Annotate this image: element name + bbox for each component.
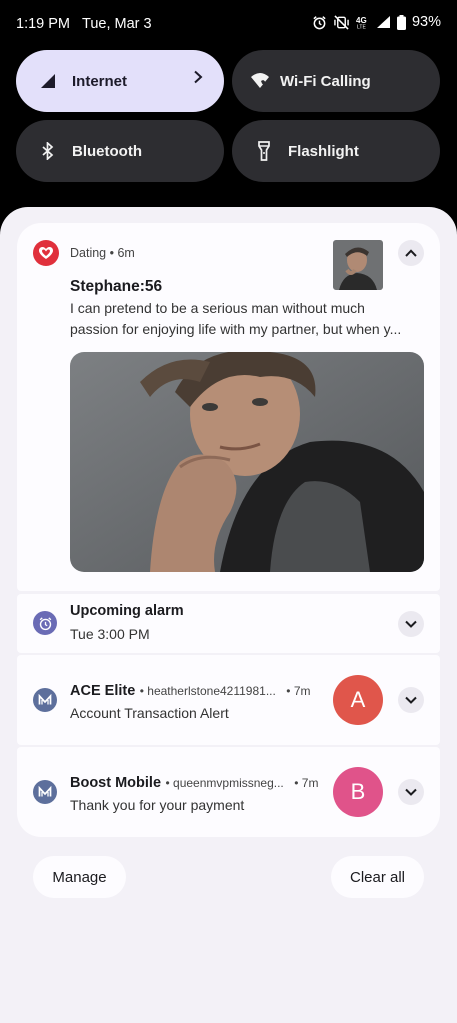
bluetooth-icon (38, 141, 58, 161)
mail-app-icon (33, 780, 57, 804)
boost-mobile-notification[interactable]: Boost Mobile • queenmvpmissneg... • 7m T… (17, 747, 440, 837)
flashlight-tile[interactable]: Flashlight (232, 120, 440, 182)
notification-title: Stephane:56 (70, 278, 163, 295)
status-icons: 4G LTE 93% (312, 14, 441, 30)
mute-vibrate-icon (334, 14, 349, 30)
dating-notification[interactable]: Dating • 6m Stephane:56 I can pretend to… (17, 223, 440, 591)
battery-percentage: 93% (411, 14, 441, 30)
boost-header: Boost Mobile • queenmvpmissneg... • 7m (70, 775, 319, 791)
internet-label: Internet (72, 72, 128, 90)
bluetooth-tile[interactable]: Bluetooth (16, 120, 224, 182)
wifi-calling-icon (250, 71, 270, 91)
clock: 1:19 PM (16, 16, 70, 32)
clear-all-button[interactable]: Clear all (331, 856, 424, 898)
signal-icon (376, 16, 390, 28)
alarm-clock-icon (33, 611, 57, 635)
internet-tile[interactable]: Internet (16, 50, 224, 112)
dating-meta: Dating • 6m (70, 246, 135, 260)
status-bar: 1:19 PM Tue, Mar 3 4G LTE 93% (0, 0, 457, 48)
expand-button[interactable] (398, 779, 424, 805)
app-name: Dating (70, 246, 107, 260)
notification-body-line-2: passion for enjoying life with my partne… (70, 321, 402, 337)
expand-button[interactable] (398, 611, 424, 637)
ace-header: ACE Elite • heatherlstone4211981... • 7m (70, 683, 311, 699)
alarm-icon (313, 15, 326, 29)
notification-time: 6m (117, 246, 135, 260)
battery-icon (396, 14, 406, 30)
notification-time: 7m (301, 776, 319, 790)
dating-app-icon (33, 240, 59, 266)
chevron-right-icon (192, 70, 204, 88)
collapse-button[interactable] (398, 240, 424, 266)
expand-button[interactable] (398, 687, 424, 713)
sender-avatar: A (333, 675, 383, 725)
notification-time: 7m (293, 684, 311, 698)
account-email: queenmvpmissneg... (173, 776, 284, 790)
wifi-calling-tile[interactable]: Wi-Fi Calling (232, 50, 440, 112)
wifi-calling-label: Wi-Fi Calling (280, 72, 371, 90)
app-name: Boost Mobile (70, 775, 162, 791)
alarm-title: Upcoming alarm (70, 603, 184, 619)
notification-body-line-1: I can pretend to be a serious man withou… (70, 300, 365, 316)
profile-photo (70, 352, 424, 572)
sender-avatar: B (333, 767, 383, 817)
mail-app-icon (33, 688, 57, 712)
app-name: ACE Elite (70, 683, 136, 699)
boost-body: Thank you for your payment (70, 797, 245, 813)
alarm-notification[interactable]: Upcoming alarm Tue 3:00 PM (17, 594, 440, 653)
ace-body: Account Transaction Alert (70, 705, 229, 721)
date: Tue, Mar 3 (82, 16, 152, 32)
sender-thumbnail (333, 240, 383, 290)
flashlight-icon (254, 141, 274, 161)
account-email: heatherlstone4211981... (147, 684, 276, 698)
svg-text:LTE: LTE (357, 25, 366, 30)
manage-button[interactable]: Manage (33, 856, 126, 898)
flashlight-label: Flashlight (288, 142, 359, 160)
4g-lte-icon: 4G LTE (356, 16, 367, 30)
ace-elite-notification[interactable]: ACE Elite • heatherlstone4211981... • 7m… (17, 655, 440, 745)
bluetooth-label: Bluetooth (72, 142, 142, 160)
alarm-time: Tue 3:00 PM (70, 626, 150, 642)
cell-signal-icon (38, 71, 58, 91)
